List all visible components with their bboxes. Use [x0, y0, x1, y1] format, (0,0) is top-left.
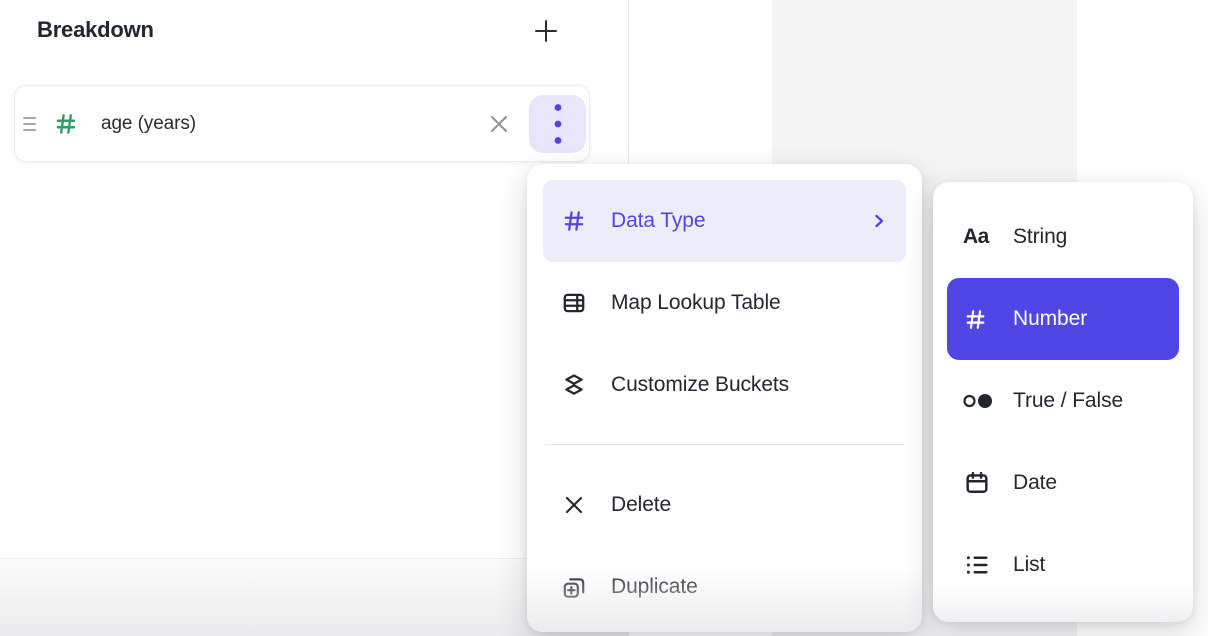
number-hash-icon — [53, 111, 79, 137]
plus-icon — [533, 18, 559, 44]
calendar-icon — [963, 469, 999, 497]
submenu-item-label: Number — [1013, 307, 1087, 331]
field-label: age (years) — [101, 113, 196, 135]
menu-item-label: Delete — [611, 493, 671, 517]
submenu-item-label: List — [1013, 553, 1045, 577]
menu-item-map-lookup-table[interactable]: Map Lookup Table — [543, 262, 906, 344]
submenu-item-label: String — [1013, 225, 1067, 249]
boolean-circles-icon — [963, 391, 999, 411]
duplicate-icon — [561, 574, 587, 601]
list-icon — [963, 551, 999, 579]
string-icon: Aa — [963, 225, 999, 249]
breakdown-section-title: Breakdown — [37, 17, 154, 43]
breakdown-field-card[interactable]: age (years) — [14, 85, 590, 162]
remove-field-button[interactable] — [477, 102, 521, 146]
submenu-item-label: Date — [1013, 471, 1057, 495]
number-hash-icon — [561, 208, 587, 234]
add-breakdown-button[interactable] — [530, 15, 562, 47]
table-icon — [561, 290, 587, 316]
submenu-item-number[interactable]: Number — [947, 278, 1179, 360]
kebab-menu-icon — [554, 103, 562, 145]
menu-item-label: Data Type — [611, 209, 705, 233]
menu-item-label: Map Lookup Table — [611, 291, 781, 315]
chevron-right-icon — [870, 212, 888, 230]
menu-item-duplicate[interactable]: Duplicate — [543, 546, 906, 628]
menu-item-data-type[interactable]: Data Type — [543, 180, 906, 262]
number-hash-icon — [963, 307, 999, 332]
submenu-item-date[interactable]: Date — [947, 442, 1179, 524]
submenu-item-string[interactable]: Aa String — [947, 196, 1179, 278]
x-icon — [561, 493, 587, 517]
menu-divider — [545, 444, 904, 445]
close-icon — [487, 112, 511, 136]
submenu-item-list[interactable]: List — [947, 524, 1179, 606]
menu-item-customize-buckets[interactable]: Customize Buckets — [543, 344, 906, 426]
stacked-layers-icon — [561, 372, 587, 398]
menu-item-label: Duplicate — [611, 575, 698, 599]
submenu-item-label: True / False — [1013, 389, 1123, 413]
submenu-item-true-false[interactable]: True / False — [947, 360, 1179, 442]
menu-item-delete[interactable]: Delete — [543, 464, 906, 546]
drag-handle-icon[interactable] — [23, 115, 36, 132]
field-options-menu: Data Type Map Lookup Table Customize Buc… — [527, 164, 922, 632]
data-type-submenu: Aa String Number True / False Date — [933, 182, 1193, 622]
field-options-button[interactable] — [529, 95, 586, 153]
menu-item-label: Customize Buckets — [611, 373, 789, 397]
